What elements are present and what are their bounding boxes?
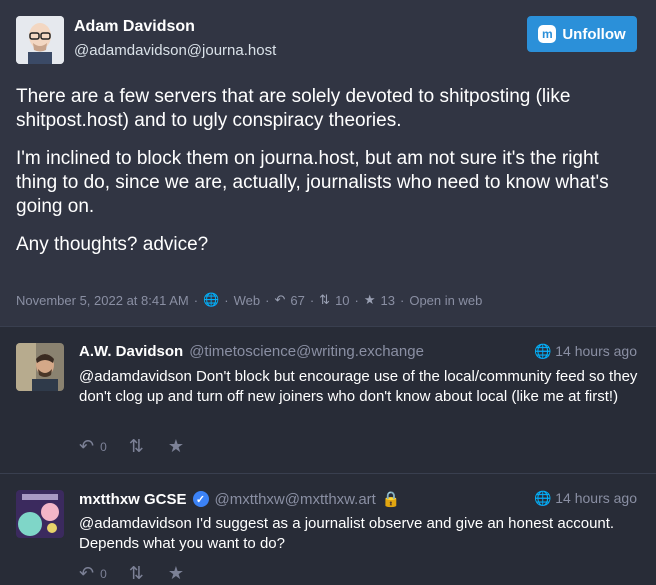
lock-icon: 🔒: [381, 491, 401, 508]
meta-separator: ·: [224, 292, 229, 308]
reply-actions: ↶ 0 ⇅ ★: [79, 563, 184, 584]
author-handle[interactable]: @adamdavidson@journa.host: [74, 42, 276, 59]
reply-name: mxtthxw GCSE: [79, 490, 187, 508]
star-icon: ★: [363, 292, 376, 307]
meta-separator: ·: [354, 292, 359, 308]
reply-author[interactable]: A.W. Davidson @timetoscience@writing.exc…: [79, 343, 424, 360]
post-paragraph: There are a few servers that are solely …: [16, 86, 571, 131]
reply-count: 0: [100, 566, 107, 581]
globe-icon: 🌐: [533, 490, 552, 506]
unfollow-button[interactable]: m Unfollow: [527, 16, 637, 52]
boost-icon: ⇅: [128, 563, 144, 583]
reply-handle: @mxtthxw@mxtthxw.art: [214, 490, 376, 508]
star-icon: ★: [167, 436, 185, 456]
post-paragraph: Any thoughts? advice?: [16, 234, 209, 255]
post-client: Web: [233, 292, 261, 308]
boost-icon: ⇅: [319, 292, 331, 307]
reply-button[interactable]: ↶ 0: [79, 563, 107, 584]
globe-icon: 🌐: [203, 292, 220, 307]
reply-avatar[interactable]: [16, 490, 64, 538]
reply-text: @adamdavidson I'd suggest as a journalis…: [79, 515, 615, 552]
reply-time[interactable]: 🌐 14 hours ago: [534, 490, 637, 507]
reply-count: 0: [100, 439, 107, 454]
star-icon: ★: [167, 563, 185, 583]
author-avatar[interactable]: [16, 16, 64, 64]
author-name[interactable]: Adam Davidson: [74, 18, 195, 36]
main-post: Adam Davidson @adamdavidson@journa.host …: [0, 0, 656, 326]
boost-button[interactable]: ⇅: [129, 563, 144, 584]
reply-icon: ↶: [79, 436, 95, 456]
reply-time-text: 14 hours ago: [555, 343, 637, 359]
reply-handle: @timetoscience@writing.exchange: [189, 343, 424, 360]
reply-icon: ↶: [274, 292, 286, 307]
reply-item[interactable]: mxtthxw GCSE ✓ @mxtthxw@mxtthxw.art 🔒 🌐 …: [0, 473, 656, 585]
post-paragraph: I'm inclined to block them on journa.hos…: [16, 148, 609, 217]
favourite-button[interactable]: ★: [168, 436, 184, 457]
boost-icon: ⇅: [128, 436, 144, 456]
open-in-web-link[interactable]: Open in web: [409, 293, 482, 308]
post-timestamp[interactable]: November 5, 2022 at 8:41 AM: [16, 293, 189, 308]
verified-icon: ✓: [192, 491, 209, 507]
reply-item[interactable]: A.W. Davidson @timetoscience@writing.exc…: [0, 326, 656, 473]
boost-count: 10: [335, 292, 350, 308]
mastodon-icon: m: [538, 25, 557, 43]
reply-time[interactable]: 🌐 14 hours ago: [534, 343, 637, 360]
meta-separator: ·: [193, 292, 199, 308]
reply-author[interactable]: mxtthxw GCSE ✓ @mxtthxw@mxtthxw.art 🔒: [79, 490, 401, 509]
reply-name: A.W. Davidson: [79, 343, 184, 360]
reply-button[interactable]: ↶ 0: [79, 436, 107, 457]
reply-avatar[interactable]: [16, 343, 64, 391]
boost-button[interactable]: ⇅: [129, 436, 144, 457]
meta-separator: ·: [265, 292, 270, 308]
reply-count: 67: [290, 292, 305, 308]
meta-separator: ·: [309, 292, 315, 308]
reply-time-text: 14 hours ago: [555, 490, 637, 506]
meta-separator: ·: [400, 292, 405, 308]
unfollow-label: Unfollow: [562, 25, 626, 43]
post-content: There are a few servers that are solely …: [16, 85, 636, 271]
globe-icon: 🌐: [533, 343, 552, 359]
favourite-button[interactable]: ★: [168, 563, 184, 584]
favourite-count: 13: [380, 292, 395, 308]
post-meta: November 5, 2022 at 8:41 AM · 🌐 · Web · …: [16, 292, 482, 308]
reply-icon: ↶: [79, 563, 95, 583]
reply-text: @adamdavidson Don't block but encourage …: [79, 368, 638, 405]
reply-actions: ↶ 0 ⇅ ★: [79, 436, 184, 457]
